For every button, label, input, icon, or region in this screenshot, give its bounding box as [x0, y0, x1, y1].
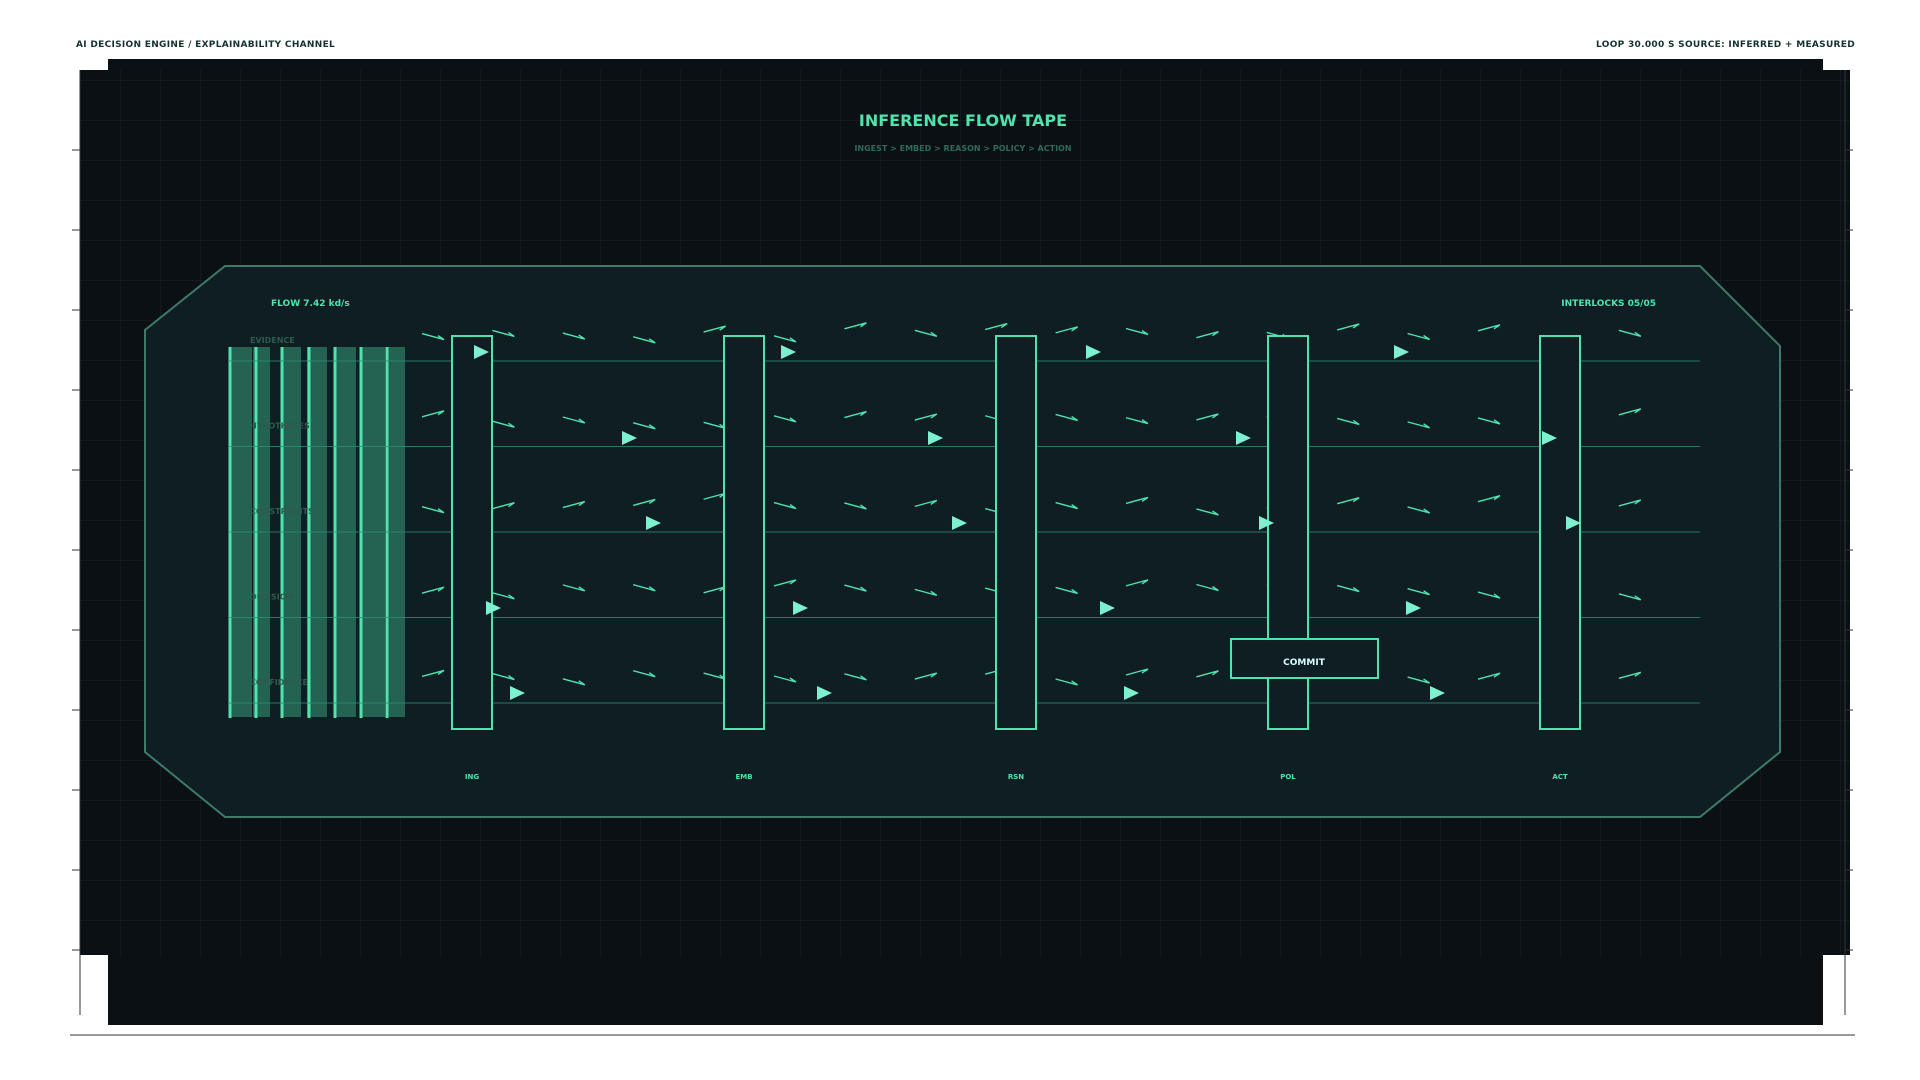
panel-subtitle: INGEST > EMBED > REASON > POLICY > ACTIO…	[854, 144, 1071, 153]
commit-label: COMMIT	[1283, 658, 1326, 668]
stage-label: RSN	[1008, 773, 1024, 781]
stage-bar[interactable]	[995, 335, 1037, 730]
lane-label: EVIDENCE	[250, 336, 295, 345]
stage-label: ING	[465, 773, 479, 781]
flow-readout: FLOW 7.42 kd/s	[271, 299, 350, 309]
stage-label: EMB	[735, 773, 752, 781]
lane-label: CONSTRAINTS	[250, 507, 314, 516]
panel-title: INFERENCE FLOW TAPE	[859, 111, 1067, 130]
stage-label: POL	[1280, 773, 1296, 781]
stage-column[interactable]: ING	[451, 335, 493, 781]
stage-bar[interactable]	[723, 335, 765, 730]
stage-column[interactable]: RSN	[995, 335, 1037, 781]
stage-bar[interactable]	[451, 335, 493, 730]
stage-column[interactable]: EMB	[723, 335, 765, 781]
lane-label: CONFIDENCE	[250, 678, 308, 687]
stage-column[interactable]: ACT	[1539, 335, 1581, 781]
lane-label: HYPOTHESES	[250, 422, 310, 431]
inference-flow-scene: INFERENCE FLOW TAPE INGEST > EMBED > REA…	[70, 59, 1855, 1036]
commit-box[interactable]: COMMIT	[1230, 638, 1379, 679]
stage-bar[interactable]	[1539, 335, 1581, 730]
stage-column[interactable]: POL	[1267, 335, 1309, 781]
interlocks-readout: INTERLOCKS 05/05	[1561, 299, 1656, 309]
lane-label: DECISION	[250, 593, 293, 602]
stage-label: ACT	[1552, 773, 1568, 781]
